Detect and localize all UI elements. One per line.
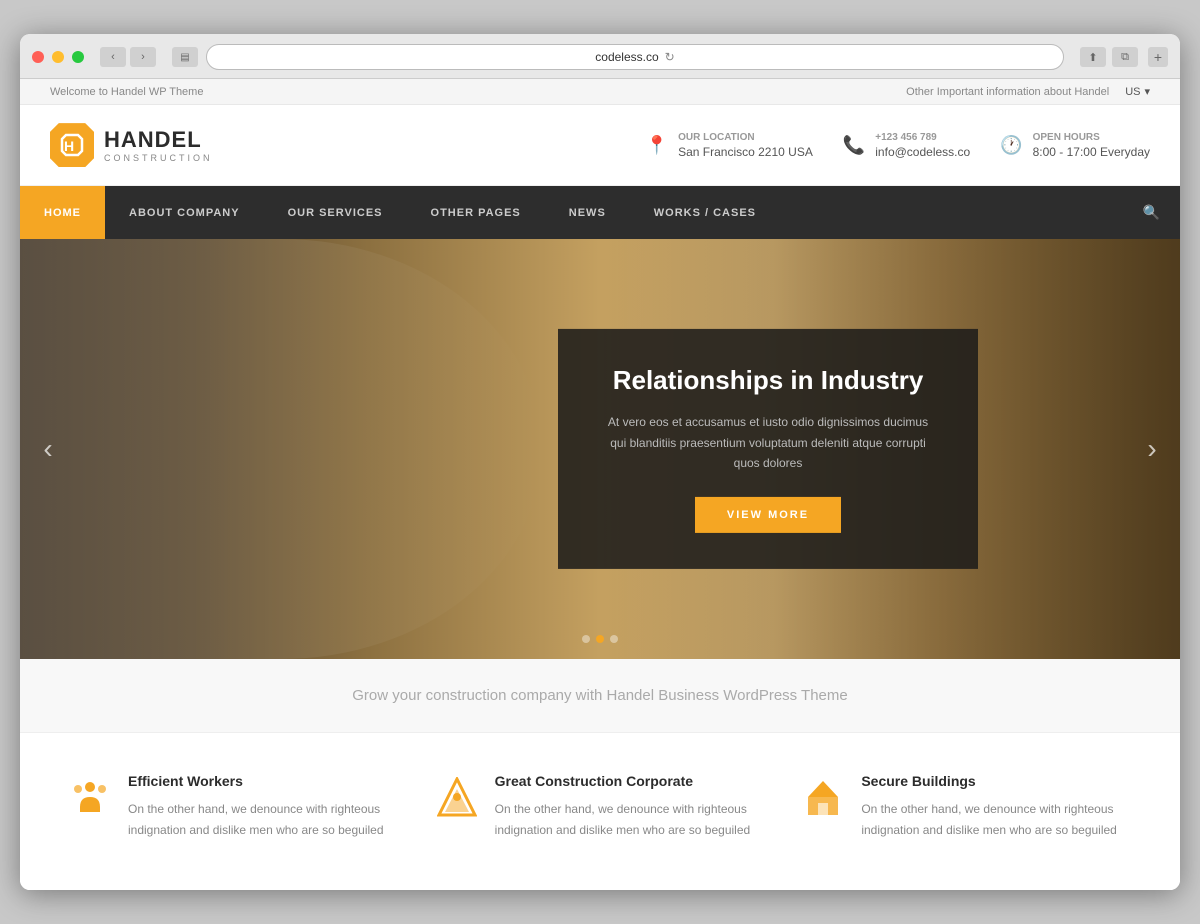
language-selector[interactable]: US ▾: [1125, 85, 1150, 98]
feature-workers-title: Efficient Workers: [128, 773, 397, 789]
nav-item-works[interactable]: WORKS / CASES: [630, 186, 780, 239]
feature-construction-content: Great Construction Corporate On the othe…: [495, 773, 764, 840]
browser-chrome: ‹ › ▤ codeless.co ↻ ⬆ ⧉ +: [20, 34, 1180, 79]
website-content: Welcome to Handel WP Theme Other Importa…: [20, 79, 1180, 890]
slider-next-button[interactable]: ›: [1134, 431, 1170, 467]
feature-buildings-content: Secure Buildings On the other hand, we d…: [861, 773, 1130, 840]
top-bar-right: Other Important information about Handel…: [906, 85, 1150, 98]
feature-item-workers: Efficient Workers On the other hand, we …: [50, 773, 417, 840]
nav-item-pages[interactable]: OTHER PAGES: [407, 186, 545, 239]
share-button[interactable]: ⬆: [1080, 47, 1106, 67]
close-dot[interactable]: [32, 51, 44, 63]
slider-dot-2[interactable]: [596, 635, 604, 643]
top-bar-right-text: Other Important information about Handel: [906, 86, 1109, 98]
phone-value: info@codeless.co: [875, 145, 970, 159]
phone-icon: 📞: [843, 135, 865, 156]
feature-workers-text: On the other hand, we denounce with righ…: [128, 799, 397, 840]
location-details: Our Location San Francisco 2210 USA: [678, 132, 813, 159]
browser-window: ‹ › ▤ codeless.co ↻ ⬆ ⧉ + Welcome to Han…: [20, 34, 1180, 890]
hours-value: 8:00 - 17:00 Everyday: [1033, 145, 1150, 159]
clock-icon: 🕐: [1000, 135, 1022, 156]
logo-name: HANDEL: [104, 127, 213, 153]
feature-item-buildings: Secure Buildings On the other hand, we d…: [783, 773, 1150, 840]
feature-construction-title: Great Construction Corporate: [495, 773, 764, 789]
top-bar: Welcome to Handel WP Theme Other Importa…: [20, 79, 1180, 105]
hours-info: 🕐 Open Hours 8:00 - 17:00 Everyday: [1000, 132, 1150, 159]
logo[interactable]: H HANDEL CONSTRUCTION: [50, 123, 213, 167]
location-value: San Francisco 2210 USA: [678, 145, 813, 159]
layout-button[interactable]: ▤: [172, 47, 198, 67]
search-icon: 🔍: [1143, 204, 1160, 221]
hero-cta-button[interactable]: VIEW MORE: [695, 497, 841, 533]
phone-info: 📞 +123 456 789 info@codeless.co: [843, 132, 970, 159]
feature-workers-content: Efficient Workers On the other hand, we …: [128, 773, 397, 840]
minimize-dot[interactable]: [52, 51, 64, 63]
header-info: 📍 Our Location San Francisco 2210 USA 📞 …: [646, 132, 1150, 159]
hero-description: At vero eos et accusamus et iusto odio d…: [606, 412, 930, 473]
top-bar-left-text: Welcome to Handel WP Theme: [50, 86, 203, 98]
hero-title: Relationships in Industry: [606, 365, 930, 396]
location-label: Our Location: [678, 132, 813, 143]
nav-item-services[interactable]: OUR SERVICES: [264, 186, 407, 239]
svg-text:H: H: [64, 138, 74, 154]
buildings-icon: [803, 777, 843, 826]
nav-item-news[interactable]: NEWS: [545, 186, 630, 239]
phone-details: +123 456 789 info@codeless.co: [875, 132, 970, 159]
location-info: 📍 Our Location San Francisco 2210 USA: [646, 132, 813, 159]
forward-button[interactable]: ›: [130, 47, 156, 67]
main-navigation: HOME ABOUT COMPANY OUR SERVICES OTHER PA…: [20, 186, 1180, 239]
feature-buildings-title: Secure Buildings: [861, 773, 1130, 789]
url-text: codeless.co: [595, 50, 658, 64]
slider-dot-1[interactable]: [582, 635, 590, 643]
logo-text: HANDEL CONSTRUCTION: [104, 127, 213, 163]
nav-item-about[interactable]: ABOUT COMPANY: [105, 186, 264, 239]
maximize-dot[interactable]: [72, 51, 84, 63]
location-icon: 📍: [646, 135, 668, 156]
nav-search-button[interactable]: 🔍: [1123, 186, 1180, 239]
duplicate-button[interactable]: ⧉: [1112, 47, 1138, 67]
address-bar[interactable]: codeless.co ↻: [206, 44, 1064, 70]
site-header: H HANDEL CONSTRUCTION 📍 Our Location San…: [20, 105, 1180, 186]
refresh-icon[interactable]: ↻: [665, 50, 675, 64]
lang-label: US: [1125, 86, 1140, 98]
nav-item-home[interactable]: HOME: [20, 186, 105, 239]
feature-item-construction: Great Construction Corporate On the othe…: [417, 773, 784, 840]
feature-buildings-text: On the other hand, we denounce with righ…: [861, 799, 1130, 840]
tagline-text: Grow your construction company with Hand…: [352, 687, 848, 704]
hours-label: Open Hours: [1033, 132, 1150, 143]
phone-label: +123 456 789: [875, 132, 970, 143]
features-section: Efficient Workers On the other hand, we …: [20, 733, 1180, 890]
chevron-down-icon: ▾: [1144, 85, 1150, 98]
back-button[interactable]: ‹: [100, 47, 126, 67]
slider-prev-button[interactable]: ‹: [30, 431, 66, 467]
construction-icon: [437, 777, 477, 826]
logo-subtitle: CONSTRUCTION: [104, 153, 213, 163]
slider-dot-3[interactable]: [610, 635, 618, 643]
workers-icon: [70, 777, 110, 826]
hero-slider: Relationships in Industry At vero eos et…: [20, 239, 1180, 659]
hero-content: Relationships in Industry At vero eos et…: [558, 329, 978, 569]
hours-details: Open Hours 8:00 - 17:00 Everyday: [1033, 132, 1150, 159]
tagline-section: Grow your construction company with Hand…: [20, 659, 1180, 733]
new-tab-button[interactable]: +: [1148, 47, 1168, 67]
logo-icon: H: [50, 123, 94, 167]
feature-construction-text: On the other hand, we denounce with righ…: [495, 799, 764, 840]
slider-dots: [582, 635, 618, 643]
